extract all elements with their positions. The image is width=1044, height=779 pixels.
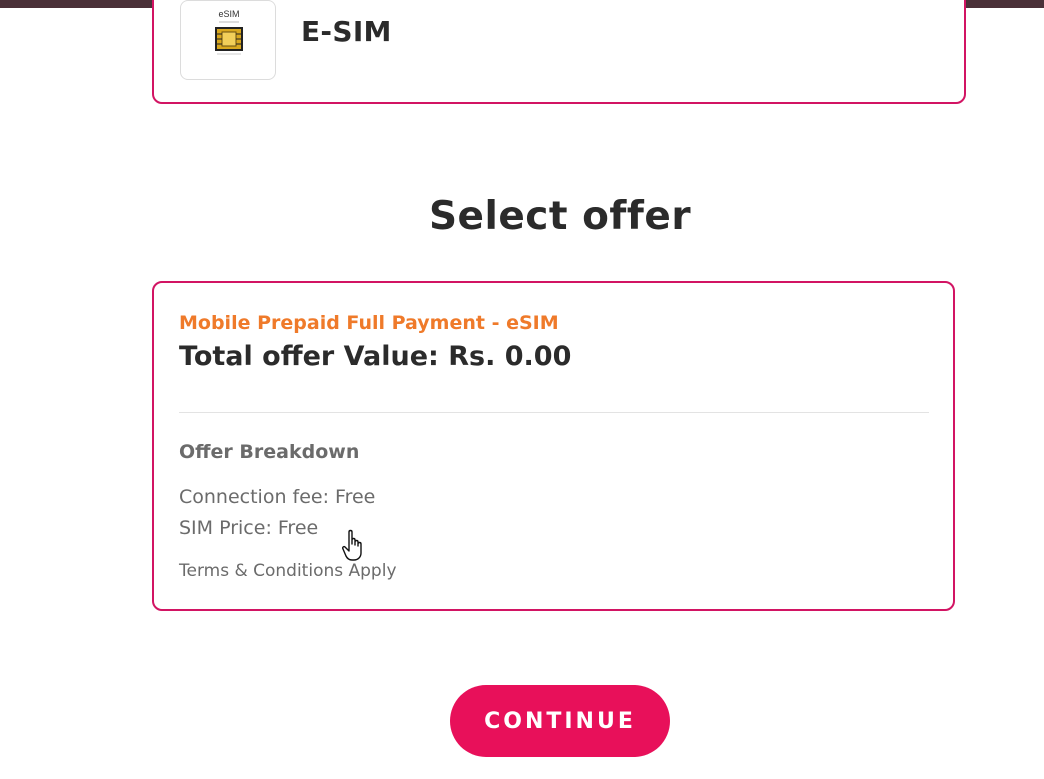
connection-fee-line: Connection fee: Free — [179, 486, 376, 508]
select-offer-heading: Select offer — [428, 194, 692, 239]
terms-conditions-text: Terms & Conditions Apply — [179, 561, 397, 581]
esim-chip-icon: eSIM — [215, 9, 243, 55]
offer-card[interactable]: Mobile Prepaid Full Payment - eSIM Total… — [152, 281, 955, 611]
offer-total-value: Total offer Value: Rs. 0.00 — [179, 341, 572, 372]
sim-price-line: SIM Price: Free — [179, 517, 319, 539]
offer-name: Mobile Prepaid Full Payment - eSIM — [179, 312, 559, 334]
offer-divider — [179, 412, 929, 413]
hand-pointer-icon — [342, 529, 362, 561]
continue-button[interactable]: CONTINUE — [450, 685, 670, 757]
offer-breakdown-heading: Offer Breakdown — [179, 441, 360, 463]
esim-icon-box: eSIM — [180, 0, 276, 80]
esim-icon-label: eSIM — [218, 9, 239, 19]
esim-option-card[interactable]: eSIM E-SIM — [152, 0, 966, 104]
esim-option-title: E-SIM — [301, 15, 392, 48]
